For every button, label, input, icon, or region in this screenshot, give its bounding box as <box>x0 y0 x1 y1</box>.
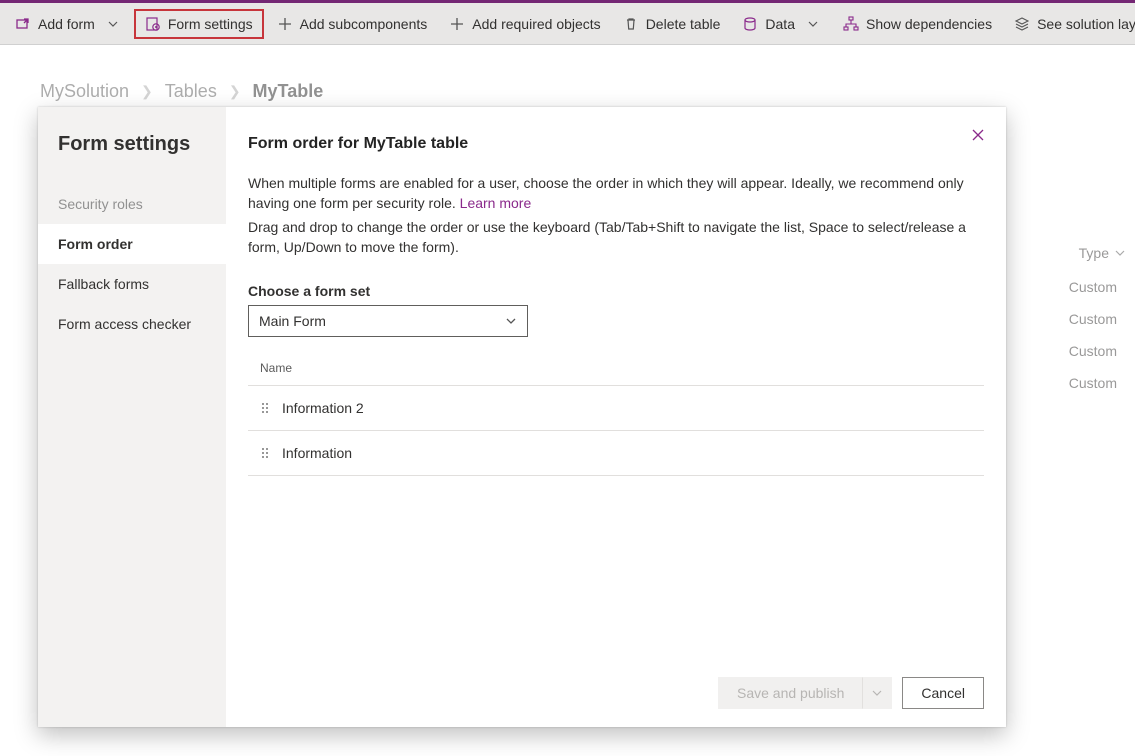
sidebar-item-form-access-checker[interactable]: Form access checker <box>38 304 226 344</box>
add-subcomponents-button[interactable]: Add subcomponents <box>268 11 437 37</box>
dependencies-icon <box>843 16 859 32</box>
panel-main: Form order for MyTable table When multip… <box>226 107 1006 727</box>
form-settings-button[interactable]: Form settings <box>134 9 264 39</box>
close-icon <box>970 127 986 143</box>
form-set-select[interactable]: Main Form <box>248 305 528 337</box>
form-settings-icon <box>145 16 161 32</box>
add-required-objects-button[interactable]: Add required objects <box>440 11 609 37</box>
delete-table-label: Delete table <box>646 16 721 32</box>
panel-footer: Save and publish Cancel <box>718 677 984 709</box>
data-button[interactable]: Data <box>733 11 830 37</box>
cancel-button[interactable]: Cancel <box>902 677 984 709</box>
sidebar-item-form-order[interactable]: Form order <box>38 224 226 264</box>
desc-text: When multiple forms are enabled for a us… <box>248 175 964 211</box>
add-form-button[interactable]: Add form <box>6 11 130 37</box>
form-settings-label: Form settings <box>168 16 253 32</box>
panel-heading: Form order for MyTable table <box>248 135 984 153</box>
show-dependencies-button[interactable]: Show dependencies <box>834 11 1001 37</box>
add-required-objects-label: Add required objects <box>472 16 600 32</box>
add-form-icon <box>15 16 31 32</box>
chevron-down-icon <box>505 315 517 327</box>
show-dependencies-label: Show dependencies <box>866 16 992 32</box>
sidebar-item-fallback-forms[interactable]: Fallback forms <box>38 264 226 304</box>
chevron-down-icon <box>872 688 882 698</box>
plus-icon <box>449 16 465 32</box>
form-row-name: Information <box>282 445 352 461</box>
form-settings-panel: Form settings Security roles Form order … <box>38 107 1006 727</box>
form-row-name: Information 2 <box>282 400 364 416</box>
database-icon <box>742 16 758 32</box>
chevron-down-icon <box>105 16 121 32</box>
learn-more-link[interactable]: Learn more <box>460 195 532 211</box>
drag-handle-icon[interactable] <box>260 401 270 415</box>
see-solution-layers-button[interactable]: See solution layers <box>1005 11 1135 37</box>
add-form-label: Add form <box>38 16 95 32</box>
form-set-label: Choose a form set <box>248 283 984 299</box>
close-button[interactable] <box>964 121 992 149</box>
form-set-value: Main Form <box>259 313 326 329</box>
save-and-publish-button: Save and publish <box>718 677 862 709</box>
form-order-row[interactable]: Information <box>248 431 984 476</box>
panel-description: When multiple forms are enabled for a us… <box>248 173 984 213</box>
modal-overlay: Form settings Security roles Form order … <box>0 45 1135 756</box>
list-header-name: Name <box>248 351 984 386</box>
layers-icon <box>1014 16 1030 32</box>
panel-side-title: Form settings <box>38 133 226 184</box>
sidebar-item-security-roles[interactable]: Security roles <box>38 184 226 224</box>
delete-table-button[interactable]: Delete table <box>614 11 730 37</box>
see-solution-layers-label: See solution layers <box>1037 16 1135 32</box>
panel-description-2: Drag and drop to change the order or use… <box>248 217 984 257</box>
plus-icon <box>277 16 293 32</box>
chevron-down-icon <box>805 16 821 32</box>
panel-sidebar: Form settings Security roles Form order … <box>38 107 226 727</box>
trash-icon <box>623 16 639 32</box>
drag-handle-icon[interactable] <box>260 446 270 460</box>
command-bar: Add form Form settings Add subcomponents… <box>0 3 1135 45</box>
form-order-row[interactable]: Information 2 <box>248 386 984 431</box>
data-label: Data <box>765 16 795 32</box>
save-and-publish-dropdown <box>862 677 892 709</box>
add-subcomponents-label: Add subcomponents <box>300 16 428 32</box>
save-and-publish-split-button: Save and publish <box>718 677 892 709</box>
